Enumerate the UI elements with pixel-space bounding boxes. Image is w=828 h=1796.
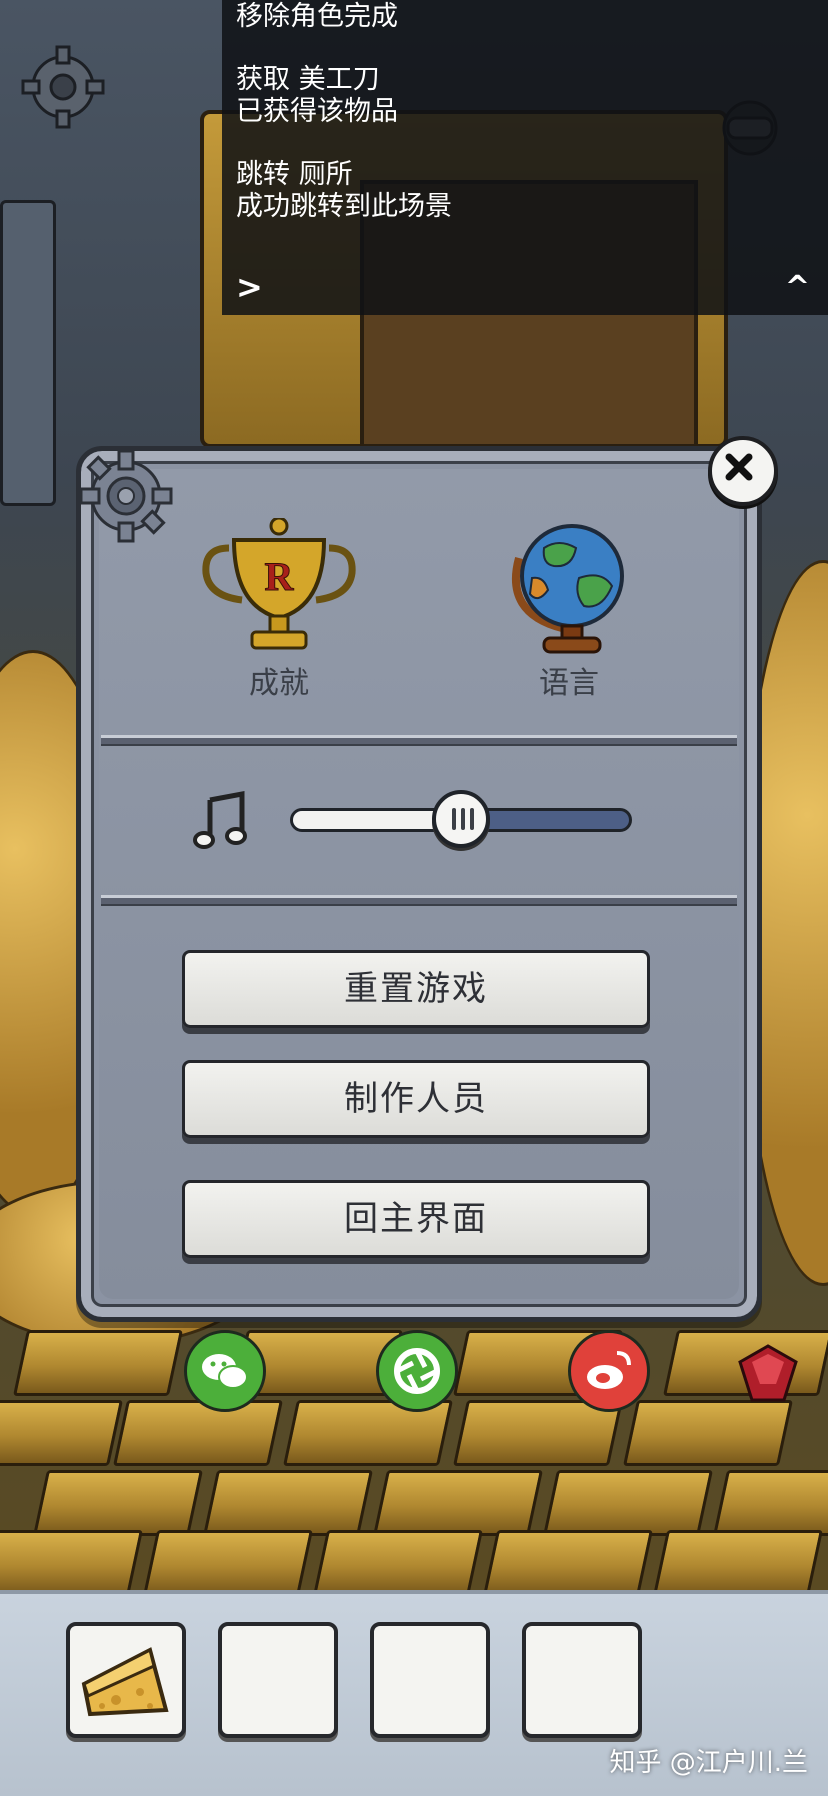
log-collapse-button[interactable]: ^ [785, 270, 810, 305]
main-menu-button[interactable]: 回主界面 [182, 1180, 650, 1258]
settings-gear-icon[interactable] [18, 42, 108, 132]
reset-game-button[interactable]: 重置游戏 [182, 950, 650, 1028]
inventory-slot[interactable] [66, 1622, 186, 1738]
language-option[interactable]: 语言 [484, 518, 654, 708]
log-line: 已获得该物品 [236, 96, 398, 127]
language-label: 语言 [539, 666, 599, 701]
trophy-icon: R [202, 516, 356, 650]
moments-share-button[interactable] [376, 1330, 458, 1412]
svg-text:R: R [265, 554, 295, 599]
cheese-icon [81, 1647, 169, 1717]
ruby-gem-icon [738, 1344, 798, 1402]
gear-icon [79, 449, 173, 543]
log-next-button[interactable]: > [236, 268, 263, 306]
log-line: 跳转 厕所 [236, 159, 353, 190]
volume-slider[interactable] [290, 790, 632, 848]
moments-icon [394, 1348, 440, 1394]
close-button[interactable] [708, 436, 778, 506]
inventory-slot[interactable] [218, 1622, 338, 1738]
close-icon [725, 453, 753, 481]
wall-panel [0, 200, 56, 506]
watermark: 知乎 @江户川.兰 [609, 1748, 808, 1778]
event-log: 移除角色完成 获取 美工刀 已获得该物品 跳转 厕所 成功跳转到此场景 > ^ [222, 0, 828, 315]
achievements-option[interactable]: R 成就 [194, 516, 364, 708]
wechat-share-button[interactable] [184, 1330, 266, 1412]
divider [101, 735, 737, 746]
credits-button[interactable]: 制作人员 [182, 1060, 650, 1138]
wechat-icon [202, 1354, 248, 1389]
music-note-icon [193, 790, 247, 849]
gold-bars-row [0, 1530, 828, 1590]
achievements-label: 成就 [249, 666, 309, 701]
log-line: 成功跳转到此场景 [236, 191, 452, 222]
inventory-slot[interactable] [522, 1622, 642, 1738]
volume-knob[interactable] [432, 790, 490, 848]
log-line: 获取 美工刀 [236, 64, 380, 95]
weibo-icon [587, 1351, 631, 1389]
inventory-slot[interactable] [370, 1622, 490, 1738]
weibo-share-button[interactable] [568, 1330, 650, 1412]
globe-icon [511, 524, 624, 654]
divider [101, 895, 737, 906]
log-line: 移除角色完成 [236, 1, 398, 32]
